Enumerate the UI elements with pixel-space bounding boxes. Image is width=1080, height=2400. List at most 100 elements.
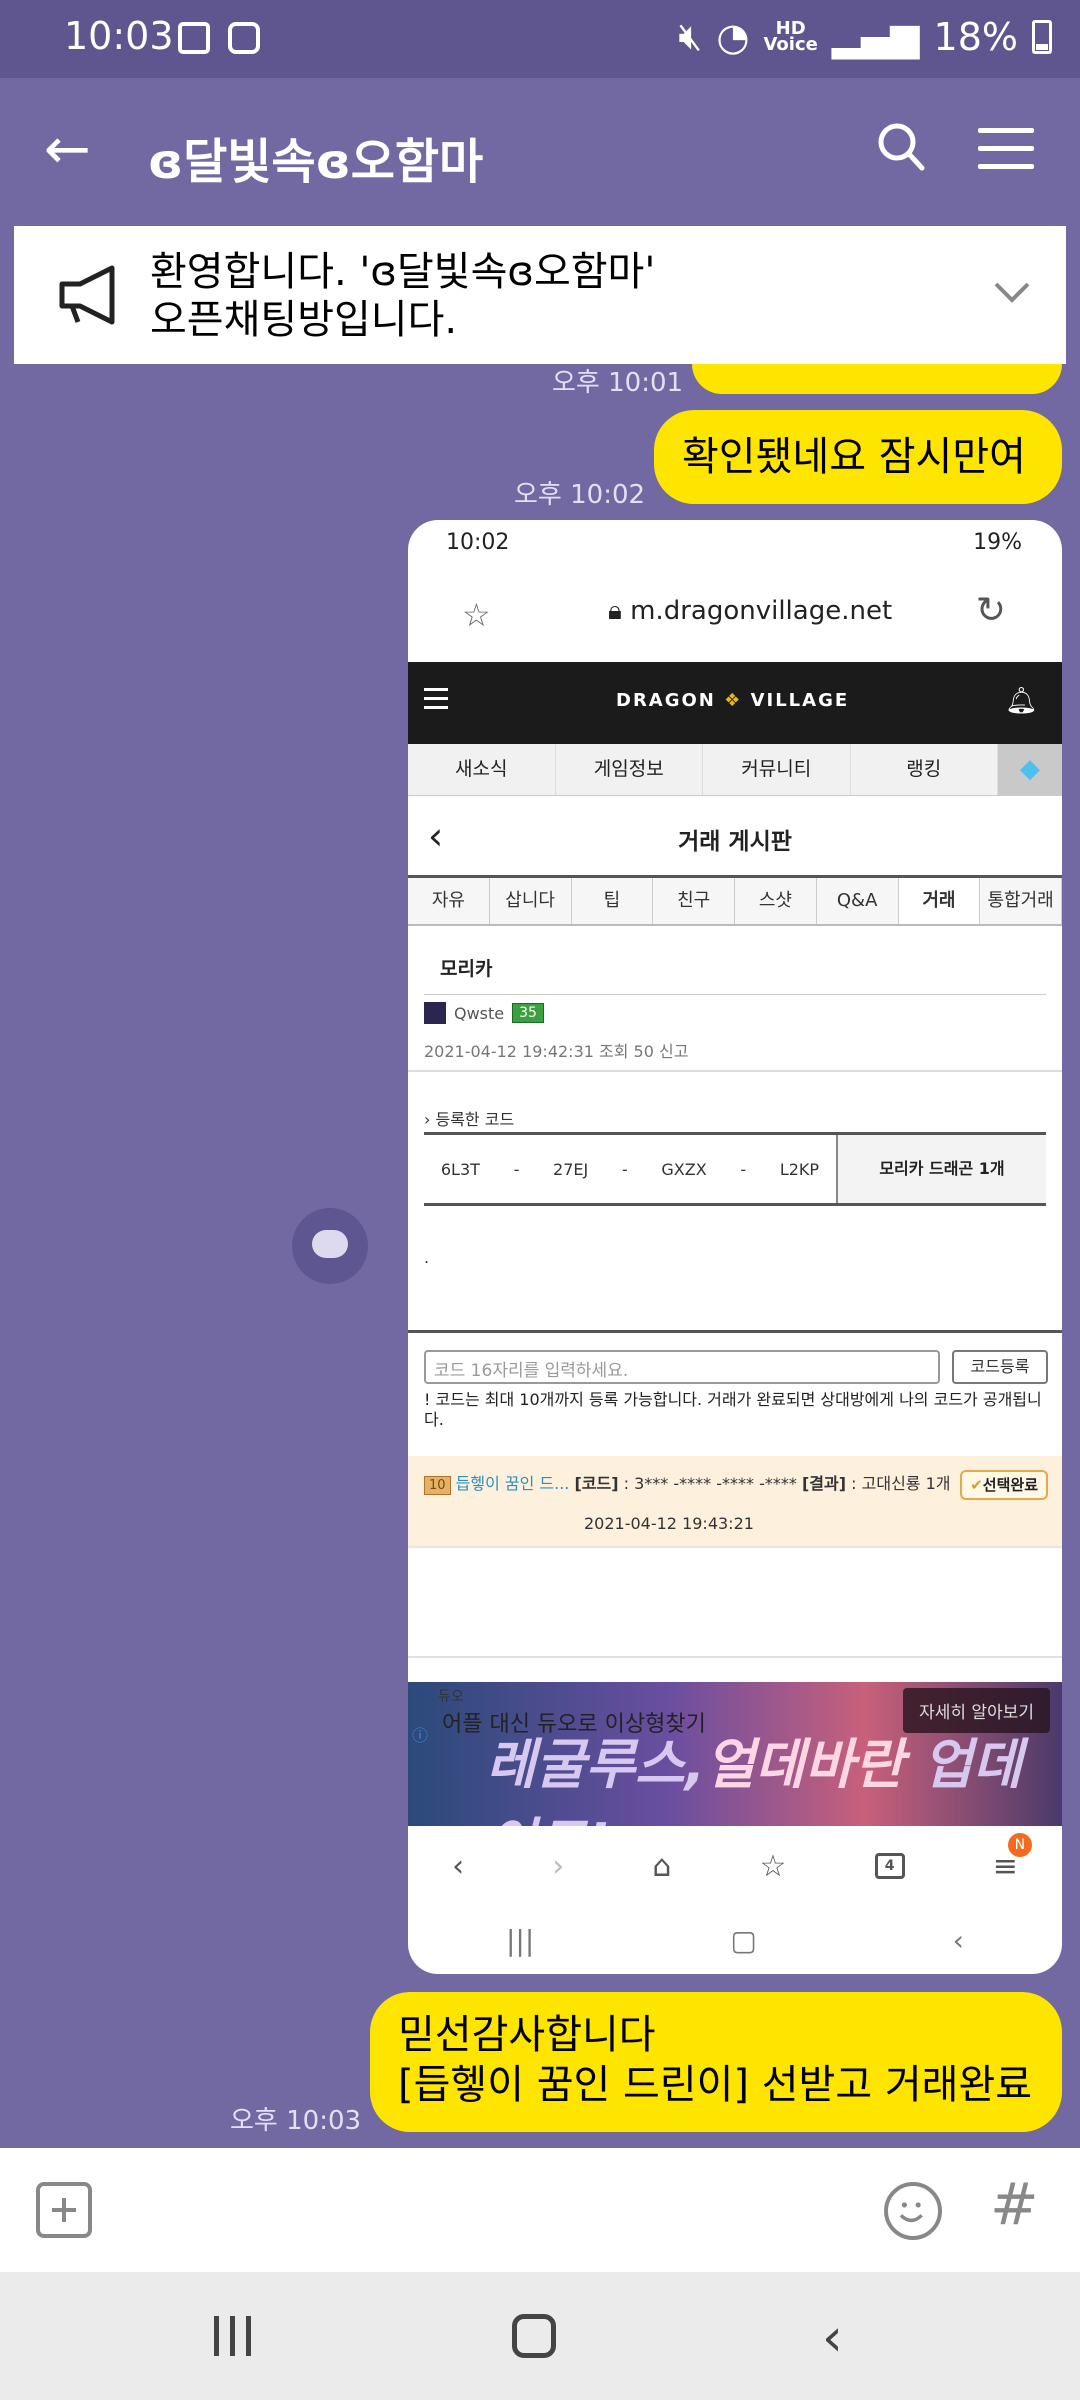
menu-icon[interactable] [978, 128, 1034, 169]
dragon-village-logo: DRAGON ❖ VILLAGE [616, 690, 850, 711]
shot-home-icon: ▢ [730, 1923, 757, 1957]
chat-room-title: ɞ달빛속ɞ오함마 [148, 134, 484, 190]
category-item: 커뮤니티 [703, 744, 851, 795]
url-text: 🔒︎ m.dragonvillage.net [608, 596, 893, 626]
browser-bottom-nav: ‹ › ⌂ ☆ 4 ≡ N [408, 1826, 1062, 1906]
author-level-badge: 35 [512, 1003, 544, 1023]
deal-info: 10 듭헿이 꿈인 드... [코드] : 3*** -**** -**** -… [424, 1470, 951, 1495]
hashtag-icon[interactable]: # [990, 2170, 1039, 2238]
status-right: 🔇︎ ◔ HD Voice ▂▄▆ 18% [678, 14, 1052, 59]
sub-tab: 팁 [571, 878, 654, 924]
browser-url-bar: ☆ 🔒︎ m.dragonvillage.net ↻ [408, 566, 1062, 662]
sub-tab: 통합거래 [980, 878, 1062, 924]
hd-voice-icon: HD Voice [763, 17, 818, 55]
register-note: ! 코드는 최대 10개까지 등록 가능합니다. 거래가 완료되면 상대방에게 … [424, 1390, 1042, 1429]
back-arrow-icon[interactable]: ← [44, 122, 91, 178]
deal-complete-badge: ✔선택완료 [960, 1470, 1048, 1500]
recent-apps-icon[interactable] [214, 2316, 254, 2356]
megaphone-icon [59, 265, 115, 325]
code-register-button: 코드등록 [952, 1350, 1048, 1384]
browser-tabs-icon: 4 [874, 1853, 905, 1879]
share-button[interactable] [292, 1208, 368, 1284]
sub-tab: 스샷 [735, 878, 817, 924]
sub-tab: 자유 [408, 878, 490, 924]
sub-tab: 삽니다 [489, 878, 572, 924]
code-reward: 모리카 드래곤 1개 [838, 1135, 1046, 1203]
notice-line-2: 오픈채팅방입니다. [150, 297, 458, 343]
site-top-bar: DRAGON ❖ VILLAGE 🔔︎ [408, 662, 1062, 744]
browser-menu-icon: ≡ N [993, 1832, 1032, 1884]
message-time: 오후 10:03 [230, 2106, 362, 2136]
message-bubble[interactable]: 확인됐네요 잠시만여 [654, 410, 1062, 504]
message-line-2: [듭헿이 꿈인 드린이] 선받고 거래완료 [398, 2062, 1033, 2108]
post-author: Qwste 35 [424, 1002, 544, 1024]
code-input: 코드 16자리를 입력하세요. [424, 1350, 940, 1384]
browser-back-icon: ‹ [452, 1848, 465, 1884]
reload-icon: ↻ [975, 590, 1006, 631]
message-time: 오후 10:01 [552, 368, 684, 398]
share-icon [312, 1230, 348, 1258]
ad-banner: 레굴루스,얼데바란 업데이트! 듀오 어플 대신 듀오로 이상형찾기 자세히 알… [408, 1682, 1062, 1826]
deal-nick: 듭헿이 꿈인 드... [455, 1474, 570, 1493]
gem-icon: ◆ [998, 744, 1062, 795]
bookmark-star-icon: ☆ [462, 596, 491, 634]
site-menu-icon [424, 688, 448, 710]
battery-percent: 18% [933, 14, 1018, 59]
search-icon[interactable] [876, 120, 926, 180]
message-line-1: 믿선감사합니다 [398, 2012, 656, 2058]
code-table: 6L3T - 27EJ - GXZX - L2KP 모리카 드래곤 1개 [424, 1132, 1046, 1206]
ad-caption: 어플 대신 듀오로 이상형찾기 [442, 1712, 706, 1737]
bell-icon: 🔔︎ [1004, 686, 1038, 716]
shot-time: 10:02 [446, 530, 510, 555]
mute-icon: 🔇︎ [678, 14, 703, 58]
shot-back-icon: ‹ [952, 1923, 964, 1957]
board-sub-tabs: 자유 삽니다 팁 친구 스샷 Q&A 거래 통합거래 [408, 878, 1062, 926]
board-title-bar: ‹ 거래 게시판 [408, 796, 1062, 878]
browser-bookmarks-icon: ☆ [759, 1848, 787, 1884]
shot-system-nav: ||| ▢ ‹ [408, 1906, 1062, 1974]
category-item: 랭킹 [851, 744, 998, 795]
signal-icon: ▂▄▆ [831, 14, 920, 59]
shot-recent-icon: ||| [506, 1923, 535, 1957]
home-icon[interactable] [512, 2314, 556, 2358]
author-name: Qwste [454, 1003, 505, 1023]
site-category-nav: 새소식 게임정보 커뮤니티 랭킹 ◆ [408, 744, 1062, 796]
sub-tab: Q&A [816, 878, 899, 924]
chat-header: ← ɞ달빛속ɞ오함마 [0, 78, 1080, 226]
system-back-icon[interactable]: ‹ [822, 2308, 843, 2368]
post-meta: 2021-04-12 19:42:31 조회 50 신고 [424, 1042, 689, 1061]
code-header: › 등록한 코드 [424, 1110, 515, 1129]
system-nav-bar: ‹ [0, 2272, 1080, 2400]
notification-badge: N [1007, 1832, 1032, 1857]
sub-tab-active: 거래 [898, 878, 981, 924]
browser-forward-icon: › [552, 1848, 565, 1884]
browser-home-icon: ⌂ [652, 1848, 672, 1884]
author-avatar [424, 1002, 446, 1024]
shared-screenshot[interactable]: 10:02 19% ☆ 🔒︎ m.dragonvillage.net ↻ DRA… [408, 520, 1062, 1974]
post-title: 모리카 [440, 958, 493, 980]
message-bubble-partial[interactable] [692, 364, 1062, 394]
status-time: 10:03 [64, 14, 174, 58]
gallery-notification-icon [178, 22, 210, 54]
wifi-icon: ◔ [716, 14, 750, 59]
post-body: . [424, 1248, 430, 1267]
screen-recorder-icon [228, 22, 260, 54]
category-item: 게임정보 [556, 744, 703, 795]
message-bubble[interactable]: 믿선감사합니다 [듭헿이 꿈인 드린이] 선받고 거래완료 [370, 1992, 1062, 2132]
message-input-bar: # [0, 2148, 1080, 2272]
board-title: 거래 게시판 [678, 829, 792, 855]
deal-datetime: 2021-04-12 19:43:21 [584, 1514, 754, 1533]
ad-label: 듀오 [438, 1689, 464, 1705]
add-attachment-icon[interactable] [36, 2182, 92, 2238]
shot-status-bar: 10:02 19% [408, 520, 1062, 566]
sub-tab: 친구 [653, 878, 735, 924]
shot-battery: 19% [973, 530, 1022, 555]
notice-text: 환영합니다. 'ɞ달빛속ɞ오함마' 오픈채팅방입니다. [150, 248, 655, 344]
notice-line-1: 환영합니다. 'ɞ달빛속ɞ오함마' [150, 249, 656, 295]
ad-more-button: 자세히 알아보기 [903, 1688, 1050, 1733]
emoticon-icon[interactable] [884, 2182, 942, 2240]
code-values: 6L3T - 27EJ - GXZX - L2KP [424, 1135, 838, 1203]
notice-banner[interactable]: 환영합니다. 'ɞ달빛속ɞ오함마' 오픈채팅방입니다. [14, 226, 1066, 364]
chevron-down-icon[interactable] [992, 272, 1032, 312]
ad-info-icon: ⓘ [412, 1726, 429, 1745]
